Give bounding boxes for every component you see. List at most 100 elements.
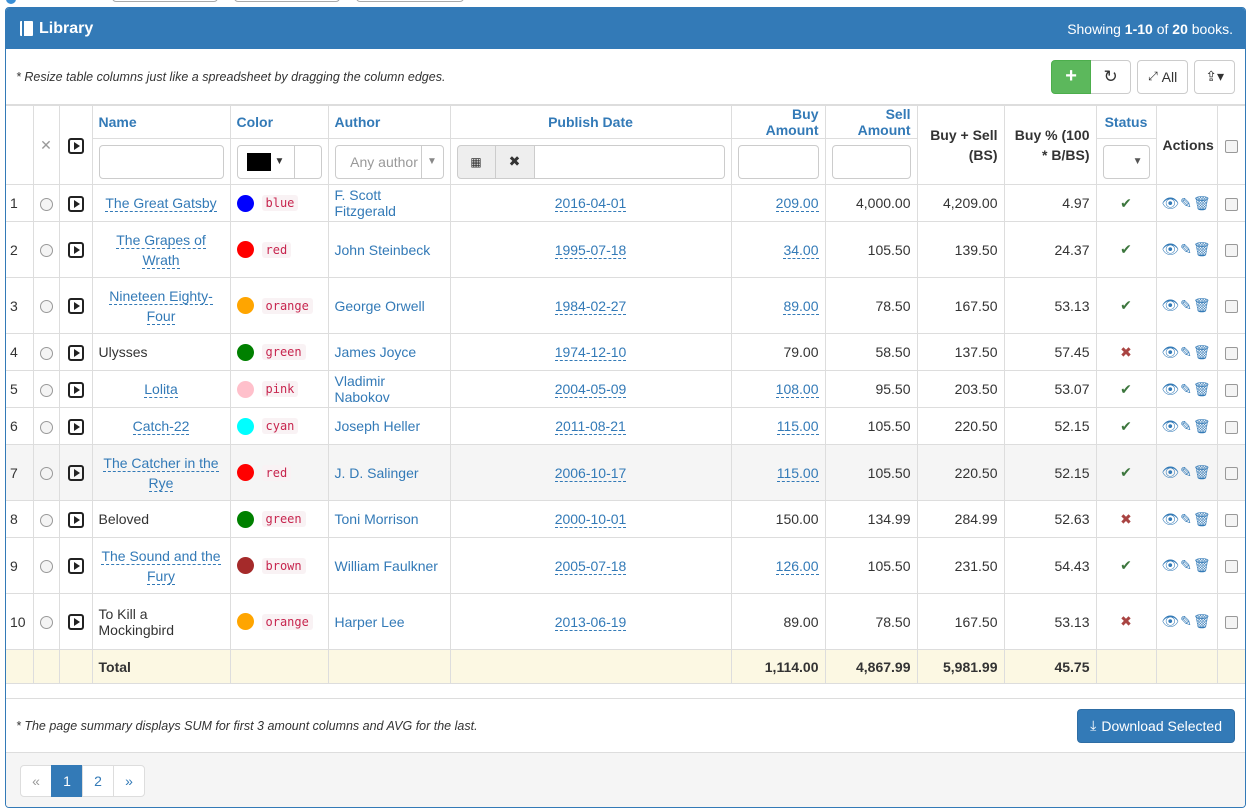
publish-date[interactable]: 2013-06-19 [554, 613, 627, 631]
view-icon[interactable]: 👁 [1161, 241, 1180, 257]
select-all-checkbox[interactable] [1224, 139, 1238, 153]
book-name[interactable]: The Sound and the Fury [101, 547, 221, 585]
expand-row-icon[interactable] [67, 418, 84, 435]
publish-date[interactable]: 2005-07-18 [554, 557, 627, 575]
delete-icon[interactable]: 🗑 [1193, 613, 1212, 629]
column-header-status[interactable]: Status [1095, 105, 1157, 139]
expand-row-icon[interactable] [67, 242, 84, 259]
view-icon[interactable]: 👁 [1161, 344, 1180, 360]
add-button[interactable]: + [1051, 59, 1092, 94]
expand-all-header[interactable] [58, 105, 93, 185]
publish-date[interactable]: 1974-12-10 [554, 344, 627, 361]
view-icon[interactable]: 👁 [1161, 464, 1180, 480]
status-filter-select[interactable]: ▼ [1102, 144, 1150, 179]
row-checkbox[interactable] [1224, 346, 1238, 360]
edit-icon[interactable]: ✎ [1180, 511, 1193, 527]
edit-icon[interactable]: ✎ [1180, 381, 1193, 397]
row-checkbox[interactable] [1224, 560, 1238, 574]
author-cell[interactable]: Joseph Heller [327, 407, 451, 445]
refresh-button[interactable]: ↻ [1091, 59, 1132, 94]
row-radio[interactable] [39, 513, 53, 527]
column-header-name[interactable]: Name [91, 105, 231, 139]
buy-amount-link[interactable]: 126.00 [775, 557, 819, 575]
row-radio[interactable] [39, 346, 53, 360]
row-radio[interactable] [39, 300, 53, 314]
expand-row-icon[interactable] [67, 381, 84, 398]
clear-date-icon[interactable]: ✖ [495, 144, 535, 179]
edit-icon[interactable]: ✎ [1180, 195, 1193, 211]
sell-amount-filter-input[interactable] [831, 144, 911, 179]
expand-row-icon[interactable] [67, 465, 84, 482]
expand-row-icon[interactable] [67, 558, 84, 575]
row-checkbox[interactable] [1224, 300, 1238, 314]
page-2-button[interactable]: 2 [82, 765, 114, 797]
toggle-all-button[interactable]: ⤢ All [1137, 59, 1189, 94]
buy-amount-link[interactable]: 115.00 [776, 464, 819, 482]
column-header-sell-amount[interactable]: Sell Amount [824, 105, 918, 139]
name-filter-input[interactable] [98, 144, 224, 179]
select-all-header[interactable] [1216, 105, 1245, 185]
author-cell[interactable]: Vladimir Nabokov [327, 370, 451, 408]
view-icon[interactable]: 👁 [1161, 511, 1180, 527]
expand-row-icon[interactable] [67, 614, 84, 631]
author-cell[interactable]: William Faulkner [327, 537, 451, 594]
row-checkbox[interactable] [1224, 616, 1238, 630]
export-button[interactable]: ⇪▾ [1194, 59, 1235, 94]
edit-icon[interactable]: ✎ [1180, 241, 1193, 257]
publish-date[interactable]: 2006-10-17 [554, 464, 627, 482]
row-checkbox[interactable] [1224, 467, 1238, 481]
buy-amount-link[interactable]: 34.00 [783, 241, 819, 259]
view-icon[interactable]: 👁 [1161, 381, 1180, 397]
buy-amount-link[interactable]: 89.00 [783, 297, 819, 315]
publish-date[interactable]: 1984-02-27 [554, 297, 627, 315]
calendar-icon[interactable]: ▦ [456, 144, 496, 179]
row-radio[interactable] [39, 420, 53, 434]
view-icon[interactable]: 👁 [1161, 557, 1180, 573]
edit-icon[interactable]: ✎ [1180, 418, 1193, 434]
book-name[interactable]: The Great Gatsby [105, 195, 217, 212]
column-header-color[interactable]: Color [229, 105, 329, 139]
delete-icon[interactable]: 🗑 [1193, 557, 1212, 573]
page-1-button[interactable]: 1 [51, 765, 83, 797]
row-radio[interactable] [39, 383, 53, 397]
delete-icon[interactable]: 🗑 [1193, 241, 1212, 257]
row-checkbox[interactable] [1224, 244, 1238, 258]
row-checkbox[interactable] [1224, 513, 1238, 527]
author-cell[interactable]: James Joyce [327, 333, 451, 371]
color-filter-input[interactable] [294, 144, 322, 179]
buy-amount-link[interactable]: 209.00 [775, 195, 819, 212]
author-cell[interactable]: Harper Lee [327, 593, 451, 650]
clear-selection-icon[interactable]: ✕ [32, 105, 60, 185]
chevron-down-icon[interactable]: ▼ [420, 145, 443, 178]
book-name[interactable]: The Catcher in the Rye [103, 454, 219, 492]
publish-date[interactable]: 2011-08-21 [555, 418, 626, 435]
book-name[interactable]: The Grapes of Wrath [116, 231, 206, 269]
publish-date[interactable]: 2004-05-09 [554, 381, 627, 398]
delete-icon[interactable]: 🗑 [1193, 511, 1212, 527]
row-radio[interactable] [39, 467, 53, 481]
edit-icon[interactable]: ✎ [1180, 297, 1193, 313]
view-icon[interactable]: 👁 [1161, 418, 1180, 434]
view-icon[interactable]: 👁 [1161, 613, 1180, 629]
prev-page-button[interactable]: « [20, 765, 52, 797]
publish-date[interactable]: 2000-10-01 [554, 511, 627, 528]
author-cell[interactable]: J. D. Salinger [327, 444, 451, 501]
row-radio[interactable] [39, 616, 53, 630]
publish-date[interactable]: 2016-04-01 [554, 195, 627, 212]
author-cell[interactable]: John Steinbeck [327, 221, 451, 278]
author-cell[interactable]: George Orwell [327, 277, 451, 334]
column-header-publish-date[interactable]: Publish Date [449, 105, 732, 139]
delete-icon[interactable]: 🗑 [1193, 195, 1212, 211]
row-radio[interactable] [39, 560, 53, 574]
book-name[interactable]: Catch-22 [132, 418, 190, 435]
delete-icon[interactable]: 🗑 [1193, 418, 1212, 434]
author-cell[interactable]: F. Scott Fitzgerald [327, 184, 451, 222]
row-checkbox[interactable] [1224, 197, 1238, 211]
expand-row-icon[interactable] [67, 298, 84, 315]
buy-amount-filter-input[interactable] [737, 144, 819, 179]
column-header-buy-amount[interactable]: Buy Amount [730, 105, 826, 139]
book-name[interactable]: Lolita [144, 381, 178, 398]
delete-icon[interactable]: 🗑 [1193, 297, 1212, 313]
row-radio[interactable] [39, 197, 53, 211]
row-radio[interactable] [39, 244, 53, 258]
